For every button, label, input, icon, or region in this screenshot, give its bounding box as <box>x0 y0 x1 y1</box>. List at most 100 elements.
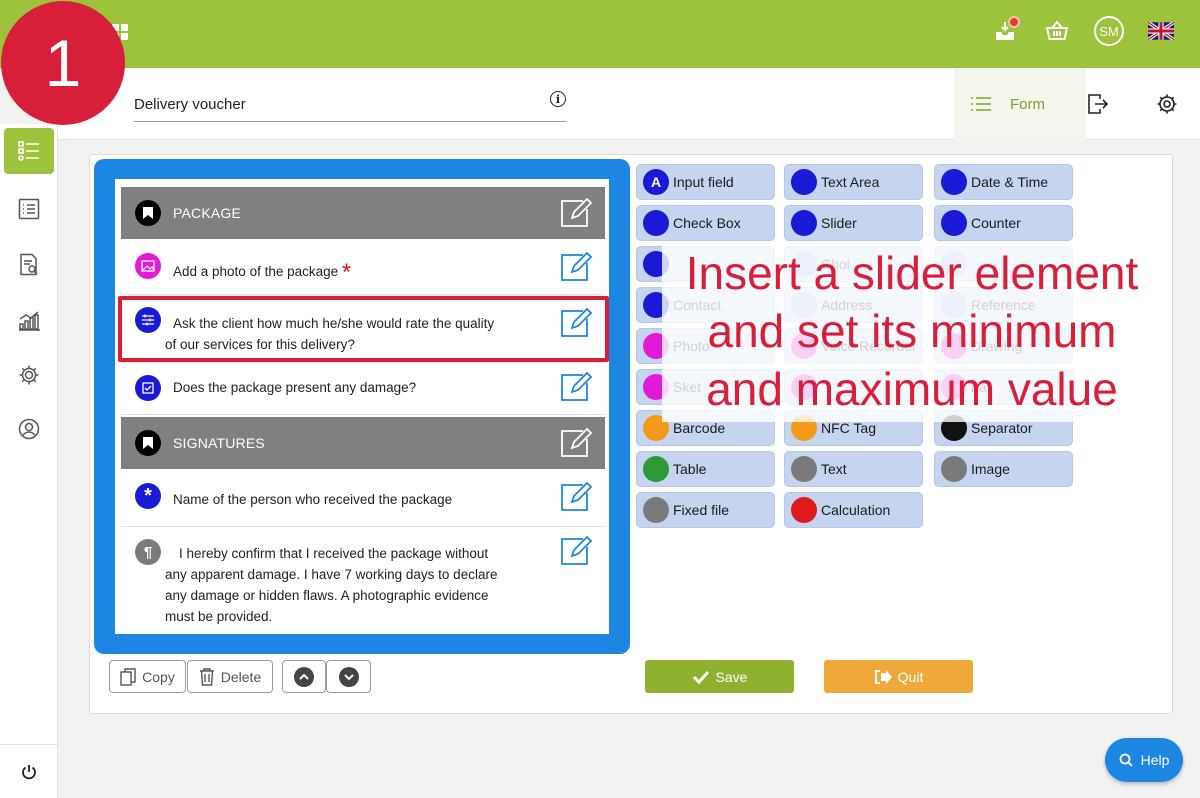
palette-item-label: Barcode <box>673 420 726 436</box>
checklist-icon <box>18 141 39 161</box>
sidebar-item-settings[interactable] <box>4 352 54 398</box>
palette-item-label: Separator <box>971 420 1033 436</box>
form-title-field[interactable]: Delivery voucher <box>134 92 566 122</box>
tab-form-label: Form <box>1010 95 1045 113</box>
section-title: PACKAGE <box>173 205 242 221</box>
field-label: Does the package present any damage? <box>173 380 417 395</box>
palette-item-label: Text Area <box>821 174 880 190</box>
paragraph-icon: ¶ <box>135 539 161 565</box>
palette-item[interactable]: Text <box>784 451 923 487</box>
palette-item-icon: A <box>643 169 669 195</box>
section-title: SIGNATURES <box>173 435 265 451</box>
palette-item[interactable]: Table <box>636 451 775 487</box>
palette-item-icon <box>941 210 967 236</box>
palette-item[interactable]: Slider <box>784 205 923 241</box>
step-number-badge: 1 <box>1 1 125 125</box>
sidebar-item-search-documents[interactable] <box>4 242 54 288</box>
edit-icon[interactable] <box>559 251 593 283</box>
inbox-notification-icon[interactable] <box>990 16 1020 46</box>
edit-icon[interactable] <box>559 197 593 229</box>
list-lines-icon <box>971 97 991 111</box>
palette-item[interactable]: A Input field <box>636 164 775 200</box>
bookmark-icon <box>135 430 161 456</box>
palette-item-icon <box>791 456 817 482</box>
section-header-package[interactable]: PACKAGE <box>121 187 605 239</box>
gear-icon <box>19 365 39 385</box>
form-field-text[interactable]: ¶ I hereby confirm that I received the p… <box>121 527 605 634</box>
quit-button[interactable]: Quit <box>824 660 973 693</box>
copy-button[interactable]: Copy <box>109 660 186 693</box>
export-icon[interactable] <box>1084 90 1112 118</box>
edit-icon[interactable] <box>559 371 593 403</box>
palette-item[interactable]: Image <box>934 451 1073 487</box>
required-asterisk: * <box>341 259 352 286</box>
help-button[interactable]: Help <box>1105 738 1183 782</box>
palette-item[interactable]: Check Box <box>636 205 775 241</box>
top-bar: SM <box>0 0 1200 68</box>
palette-item-icon <box>643 210 669 236</box>
form-field-checkbox[interactable]: Does the package present any damage? <box>121 363 605 415</box>
power-icon <box>22 764 36 779</box>
sidebar <box>0 124 58 798</box>
section-header-signatures[interactable]: SIGNATURES <box>121 417 605 469</box>
palette-item-icon <box>941 169 967 195</box>
sign-out-icon <box>874 669 892 684</box>
save-button[interactable]: Save <box>645 660 794 693</box>
palette-item-label: Table <box>673 461 707 477</box>
palette-item-icon <box>791 169 817 195</box>
text-line: must be provided. <box>165 609 273 624</box>
palette-item-label: Fixed file <box>673 502 730 518</box>
list-icon <box>18 198 40 220</box>
palette-item-label: Input field <box>673 174 734 190</box>
palette-item-label: Counter <box>971 215 1021 231</box>
sidebar-item-statistics[interactable] <box>4 298 54 344</box>
palette-item-icon <box>941 456 967 482</box>
field-label: Add a photo of the package * <box>173 259 352 286</box>
field-label: Name of the person who received the pack… <box>173 492 453 507</box>
user-circle-icon <box>18 418 40 440</box>
move-down-button[interactable] <box>326 660 371 693</box>
instruction-line: and set its minimum <box>707 305 1117 357</box>
palette-item-label: Image <box>971 461 1010 477</box>
instruction-line: and maximum value <box>706 363 1118 415</box>
edit-icon[interactable] <box>559 535 593 567</box>
palette-item-label: Date & Time <box>971 174 1049 190</box>
palette-item-label: NFC Tag <box>821 420 876 436</box>
form-field-reference[interactable]: * Name of the person who received the pa… <box>121 469 605 527</box>
palette-item-icon <box>643 497 669 523</box>
checkmark-icon <box>692 670 709 684</box>
copy-label: Copy <box>142 668 175 685</box>
trash-icon <box>199 667 214 686</box>
bar-chart-icon <box>19 311 40 331</box>
palette-item-label: Slider <box>821 215 857 231</box>
palette-item[interactable]: Text Area <box>784 164 923 200</box>
sidebar-item-account[interactable] <box>4 406 54 452</box>
bookmark-icon <box>135 200 161 226</box>
form-field-photo[interactable]: Add a photo of the package * <box>121 239 605 295</box>
avatar[interactable]: SM <box>1094 16 1124 46</box>
selected-field-highlight <box>118 296 609 362</box>
settings-gear-icon[interactable] <box>1153 90 1181 118</box>
logout-button[interactable] <box>0 744 58 798</box>
text-line: any damage or hidden flaws. A photograph… <box>165 588 489 603</box>
instruction-text: Insert a slider element and set its mini… <box>662 244 1162 418</box>
palette-item[interactable]: Date & Time <box>934 164 1073 200</box>
uk-flag-icon[interactable] <box>1146 16 1176 46</box>
tab-form[interactable]: Form <box>954 68 1086 140</box>
edit-icon[interactable] <box>559 481 593 513</box>
palette-item[interactable]: Fixed file <box>636 492 775 528</box>
sidebar-item-form-builder[interactable] <box>4 128 54 174</box>
palette-item[interactable]: Calculation <box>784 492 923 528</box>
info-icon[interactable]: i <box>550 91 566 107</box>
sidebar-item-list[interactable] <box>4 186 54 232</box>
edit-icon[interactable] <box>559 427 593 459</box>
text-line: I hereby confirm that I received the pac… <box>179 546 489 561</box>
palette-item-icon <box>643 456 669 482</box>
palette-item[interactable]: Counter <box>934 205 1073 241</box>
move-up-button[interactable] <box>282 660 326 693</box>
basket-icon[interactable] <box>1042 16 1072 46</box>
quit-label: Quit <box>897 668 924 685</box>
palette-item-label: Calculation <box>821 502 891 518</box>
delete-button[interactable]: Delete <box>187 660 273 693</box>
text-line: any apparent damage. I have 7 working da… <box>165 567 498 582</box>
